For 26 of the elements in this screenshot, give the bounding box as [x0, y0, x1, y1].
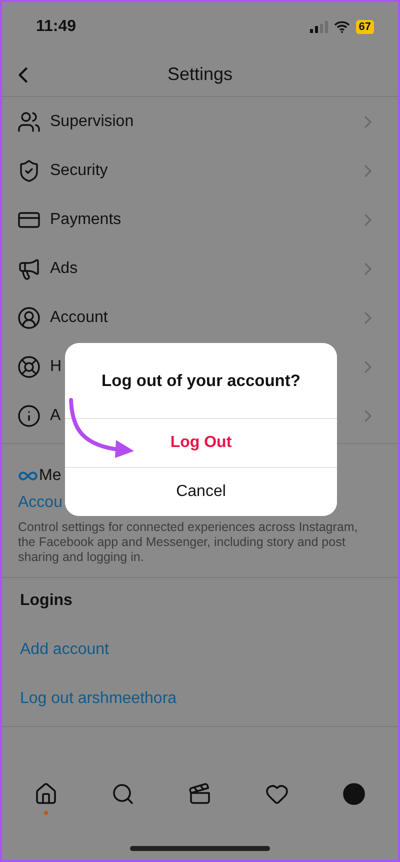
- brand-name: Me: [39, 467, 62, 485]
- menu-item[interactable]: Ads: [50, 260, 349, 278]
- section-heading: Logins: [20, 592, 74, 610]
- menu-item[interactable]: Supervision: [50, 112, 349, 130]
- info-icon: [17, 404, 41, 428]
- heart-icon: [264, 782, 289, 806]
- status-time: 11:49: [36, 18, 76, 36]
- cancel-button[interactable]: Cancel: [65, 467, 337, 516]
- battery-level: 67: [356, 20, 374, 34]
- lifebuoy-icon: [17, 354, 41, 378]
- description-text: Control settings for connected experiences across Instagram, the Facebook app and Messenger, including story and post sharing and logging in.: [18, 520, 359, 565]
- home-icon: [34, 782, 58, 806]
- arrow-icon: [68, 398, 136, 460]
- signal-icon: [310, 21, 328, 33]
- wifi-icon: [334, 21, 350, 33]
- menu-item[interactable]: Security: [50, 162, 349, 180]
- person-icon: [17, 306, 41, 330]
- dialog-title: Log out of your account?: [100, 371, 302, 392]
- people-icon: [17, 110, 41, 134]
- search-icon: [111, 782, 136, 806]
- shield-icon: [17, 158, 41, 182]
- megaphone-icon: [17, 256, 41, 280]
- clapperboard-icon: [188, 782, 212, 806]
- screen-title: Settings: [167, 64, 233, 84]
- menu-item[interactable]: Payments: [50, 210, 349, 228]
- menu-item[interactable]: Account: [50, 308, 349, 326]
